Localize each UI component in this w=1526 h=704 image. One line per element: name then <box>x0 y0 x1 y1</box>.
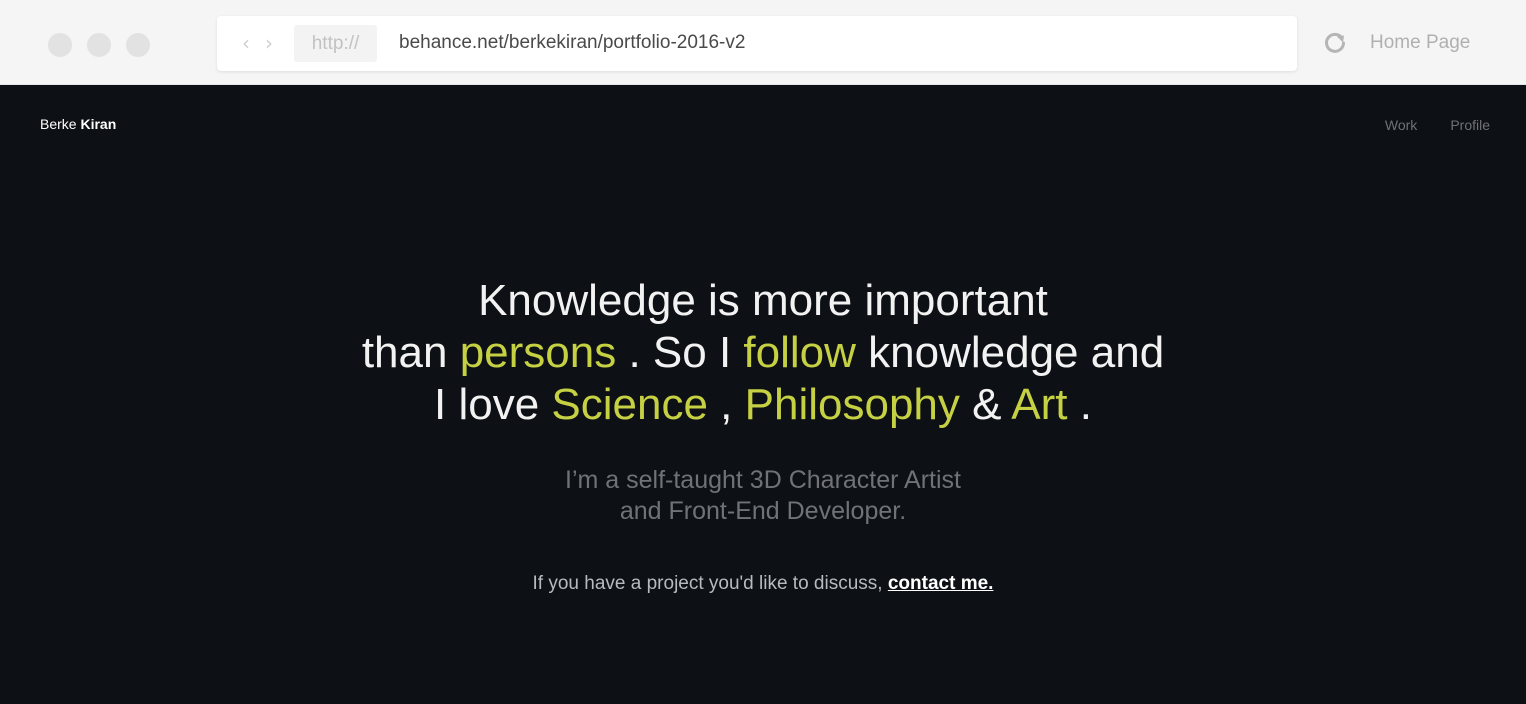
window-maximize-dot[interactable] <box>126 33 150 57</box>
hero-accent-follow: follow <box>743 328 856 377</box>
site-logo[interactable]: Berke Kiran <box>40 115 116 133</box>
nav-work-link[interactable]: Work <box>1385 116 1417 134</box>
hero-line-1: Knowledge is more important <box>478 276 1048 325</box>
chevron-right-icon[interactable]: › <box>260 32 278 54</box>
hero-accent-science: Science <box>551 380 708 429</box>
portfolio-page: Berke Kiran Work Profile Knowledge is mo… <box>0 85 1526 704</box>
address-bar[interactable]: ‹ › http:// behance.net/berkekiran/portf… <box>217 16 1297 71</box>
hero-line-2: than persons . So I follow knowledge and <box>0 327 1526 379</box>
url-protocol: http:// <box>294 25 377 62</box>
reload-icon[interactable] <box>1322 30 1348 56</box>
browser-chrome: ‹ › http:// behance.net/berkekiran/portf… <box>0 0 1526 85</box>
hero-accent-philosophy: Philosophy <box>744 380 960 429</box>
window-minimize-dot[interactable] <box>87 33 111 57</box>
subtitle-line-1: I’m a self-taught 3D Character Artist <box>565 466 961 494</box>
window-close-dot[interactable] <box>48 33 72 57</box>
hero-text: & <box>959 380 1012 429</box>
hero-text: , <box>707 380 745 429</box>
nav-profile-link[interactable]: Profile <box>1450 116 1490 134</box>
url-text[interactable]: behance.net/berkekiran/portfolio-2016-v2 <box>399 29 745 57</box>
hero-line-3: I love Science , Philosophy & Art . <box>0 379 1526 431</box>
contact-link[interactable]: contact me. <box>888 573 994 594</box>
hero-text: . So I <box>616 328 744 377</box>
hero-text: I love <box>434 380 552 429</box>
hero-text: knowledge and <box>855 328 1165 377</box>
hero-text: . <box>1067 380 1092 429</box>
hero-heading: Knowledge is more important than persons… <box>0 275 1526 431</box>
brand-last-name: Kiran <box>80 116 117 132</box>
site-nav: Work Profile <box>1385 116 1490 134</box>
hero-accent-persons: persons <box>459 328 617 377</box>
home-page-link[interactable]: Home Page <box>1370 30 1470 56</box>
chevron-left-icon[interactable]: ‹ <box>237 32 255 54</box>
hero-subtitle: I’m a self-taught 3D Character Artist an… <box>0 465 1526 527</box>
hero-text: than <box>361 328 460 377</box>
contact-cta: If you have a project you'd like to disc… <box>0 572 1526 596</box>
brand-first-name: Berke <box>40 116 77 132</box>
subtitle-line-2: and Front-End Developer. <box>619 497 907 525</box>
cta-text: If you have a project you'd like to disc… <box>532 573 888 594</box>
hero-accent-art: Art <box>1011 380 1068 429</box>
